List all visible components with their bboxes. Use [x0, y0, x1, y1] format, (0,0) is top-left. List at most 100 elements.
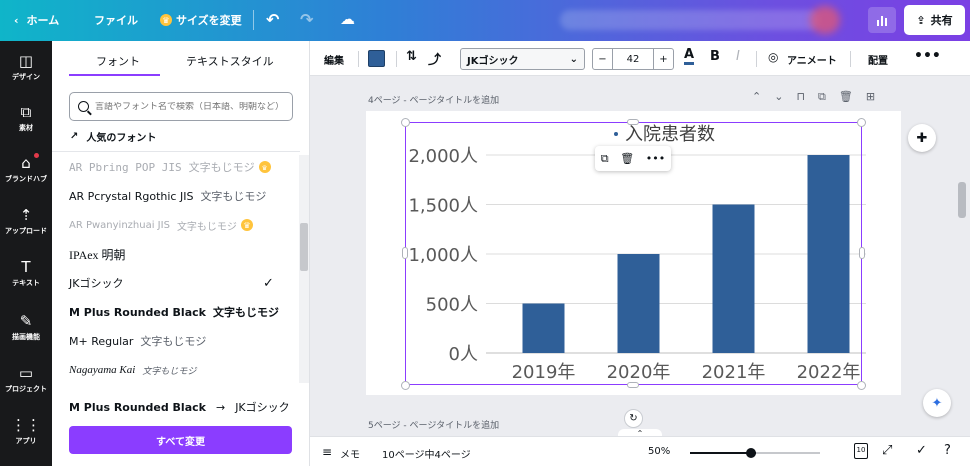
redo-icon[interactable]: ↷ [300, 10, 313, 29]
chevron-left-icon: ‹ [14, 13, 19, 27]
chevron-up-icon[interactable]: ⌃ [752, 90, 761, 104]
undo-icon[interactable]: ↶ [266, 10, 279, 29]
more-icon[interactable]: ••• [914, 48, 941, 64]
position-button[interactable]: 配置 [868, 52, 888, 67]
replace-all-button[interactable]: すべて変更 [69, 426, 292, 454]
spacing-icon[interactable]: ⇅ [406, 49, 417, 64]
divider [253, 10, 254, 30]
rail-label: プロジェクト [5, 385, 47, 393]
resize-label: サイズを変更 [176, 14, 242, 27]
font-name: M Plus Rounded Black [69, 305, 206, 319]
chevron-down-icon[interactable]: ⌄ [774, 90, 783, 104]
context-toolbar: ⧉ 🗑 ••• [595, 146, 671, 171]
font-item[interactable]: AR Pcrystal Rgothic JIS 文字もじモジ [69, 186, 289, 206]
rail-item-apps[interactable]: ⋮⋮ アプリ [0, 417, 52, 446]
font-item[interactable]: Nagayama Kai 文字もじモジ [69, 360, 289, 380]
duplicate-icon[interactable]: ⧉ [818, 90, 826, 104]
add-comment-icon[interactable]: ✚ [908, 124, 936, 152]
text-color-icon[interactable]: A [684, 48, 695, 65]
rail-item-upload[interactable]: ⇡ アップロード [0, 207, 52, 236]
rotate-icon[interactable]: ↻ [624, 409, 643, 428]
font-item[interactable]: AR Pwanyinzhuai JIS 文字もじモジ ♛ [69, 215, 289, 235]
zoom-level[interactable]: 50% [648, 446, 670, 457]
font-name: JKゴシック [69, 277, 124, 290]
resize-handle[interactable] [857, 381, 866, 390]
tab-font[interactable]: フォント [96, 53, 140, 69]
search-input[interactable] [95, 101, 292, 112]
insights-button[interactable] [868, 7, 896, 33]
crown-icon: ♛ [160, 14, 172, 26]
rail-item-brand[interactable]: ⌂ ブランドハブ [0, 153, 52, 184]
color-swatch[interactable] [368, 50, 385, 67]
add-page-icon[interactable]: ⊞ [866, 90, 875, 104]
rail-item-text[interactable]: T テキスト [0, 259, 52, 288]
page-controls: ⌃ ⌄ ⊓ ⧉ 🗑 ⊞ [752, 90, 875, 104]
font-sample: 文字もじモジ [140, 335, 207, 348]
rail-item-elements[interactable]: ⧉ 素材 [0, 104, 52, 133]
font-item[interactable]: M+ Regular 文字もじモジ [69, 331, 289, 351]
font-select[interactable]: JKゴシック ⌄ [460, 48, 585, 70]
lock-icon[interactable]: ⊓ [796, 90, 805, 104]
home-button[interactable]: ‹ ホーム [14, 12, 59, 28]
file-menu-button[interactable]: ファイル [94, 12, 138, 28]
check-circle-icon[interactable]: ✓ [916, 443, 927, 458]
cloud-save-icon[interactable]: ☁ [340, 10, 355, 28]
canvas-scrollbar[interactable] [958, 182, 966, 218]
rail-item-projects[interactable]: ▭ プロジェクト [0, 365, 52, 394]
help-icon[interactable]: ? [944, 443, 951, 458]
tab-text-style[interactable]: テキストスタイル [186, 53, 274, 69]
page-grid-button[interactable]: 10 [854, 443, 868, 459]
more-icon[interactable]: ••• [646, 152, 665, 165]
font-item[interactable]: IPAex 明朝 [69, 244, 289, 264]
resize-handle[interactable] [627, 382, 639, 388]
scroll-thumb[interactable] [300, 223, 308, 271]
notes-button[interactable]: メモ [340, 446, 360, 461]
resize-handle[interactable] [402, 247, 408, 259]
font-size-stepper: − 42 + [592, 48, 674, 70]
resize-handle[interactable] [401, 118, 410, 127]
resize-handle[interactable] [627, 119, 639, 125]
font-name: AR Pwanyinzhuai JIS [69, 219, 170, 231]
search-icon [78, 101, 89, 112]
resize-handle[interactable] [859, 247, 865, 259]
rail-item-draw[interactable]: ✎ 描画機能 [0, 313, 52, 342]
draw-icon: ✎ [19, 312, 33, 330]
share-icon: ⇪ [916, 13, 926, 27]
font-size-input[interactable]: 42 [613, 54, 653, 65]
home-label: ホーム [26, 14, 60, 27]
share-button[interactable]: ⇪ 共有 [904, 5, 965, 35]
font-item-selected[interactable]: JKゴシック ✓ [69, 273, 289, 293]
bold-icon[interactable]: B [710, 49, 720, 64]
minus-button[interactable]: − [593, 49, 613, 69]
popular-label: 人気のフォント [86, 133, 157, 144]
fullscreen-icon[interactable]: ⤢ [882, 443, 892, 458]
font-item[interactable]: AR Pbring POP JIS 文字もじモジ ♛ [69, 157, 289, 177]
animate-button[interactable]: アニメート [787, 52, 837, 67]
magic-assistant-icon[interactable]: ✦ [923, 389, 951, 417]
rail-label: 描画機能 [12, 333, 40, 341]
resize-handle[interactable] [857, 118, 866, 127]
rail-item-design[interactable]: ◫ デザイン [0, 53, 52, 82]
next-page-label[interactable]: 5ページ - ページタイトルを追加 [368, 418, 499, 431]
trash-icon[interactable]: 🗑 [839, 90, 853, 104]
plus-button[interactable]: + [653, 49, 673, 69]
resize-handle[interactable] [401, 381, 410, 390]
duplicate-icon[interactable]: ⧉ [601, 152, 609, 166]
italic-icon[interactable]: I [736, 49, 740, 64]
font-select-label: JKゴシック [467, 55, 519, 67]
rail-label: 素材 [19, 124, 33, 132]
font-item[interactable]: M Plus Rounded Black 文字もじモジ [69, 302, 289, 322]
avatar[interactable] [810, 6, 840, 34]
arrow-right-icon: → [215, 400, 226, 414]
trash-icon[interactable]: 🗑 [620, 152, 634, 165]
edit-button[interactable]: 編集 [324, 52, 344, 67]
font-list-scrollbar[interactable] [299, 155, 309, 383]
resize-button[interactable]: ♛ サイズを変更 [160, 12, 242, 28]
page-title-label[interactable]: 4ページ - ページタイトルを追加 [368, 93, 499, 106]
curve-icon[interactable]: ⤴ [428, 49, 441, 68]
font-name: M+ Regular [69, 334, 134, 348]
brand-icon: ⌂ [21, 154, 31, 172]
rail-label: テキスト [12, 279, 40, 287]
popular-fonts-link[interactable]: ↗ 人気のフォント [70, 129, 156, 144]
zoom-slider-thumb[interactable] [746, 448, 756, 458]
